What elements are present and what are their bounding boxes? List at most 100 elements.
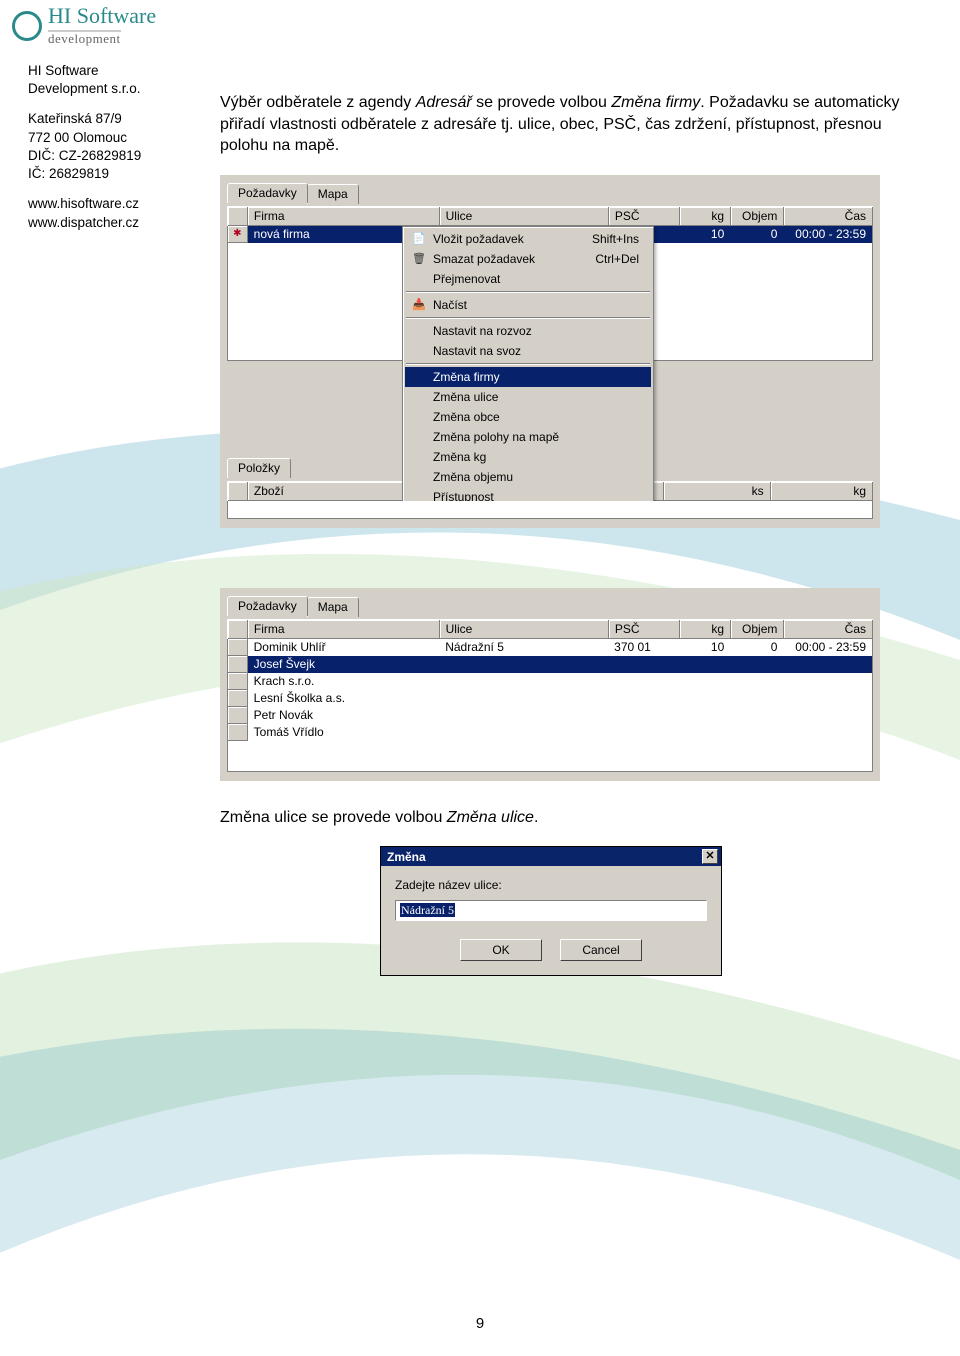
menu-change-poloha[interactable]: Změna polohy na mapě bbox=[405, 427, 651, 447]
table-row[interactable]: Tomáš Vřídlo bbox=[228, 724, 872, 741]
grid-body-1[interactable]: ✱ nová firma 10 0 00:00 - 23:59 📄 Vložit… bbox=[227, 226, 873, 361]
col-ulice[interactable]: Ulice bbox=[440, 620, 609, 639]
cell-kg bbox=[679, 680, 730, 682]
cell-objem: 0 bbox=[730, 639, 783, 655]
table-row[interactable]: Krach s.r.o. bbox=[228, 673, 872, 690]
cell-kg: 10 bbox=[679, 639, 730, 655]
col-kg2[interactable]: kg bbox=[771, 482, 873, 501]
logo-mark bbox=[12, 11, 42, 41]
cell-psc bbox=[608, 697, 679, 699]
cell-objem bbox=[730, 680, 783, 682]
cell-firma: Dominik Uhlíř bbox=[248, 639, 440, 655]
menu-change-kg[interactable]: Změna kg bbox=[405, 447, 651, 467]
tab-mapa[interactable]: Mapa bbox=[307, 184, 359, 204]
cell-firma: Josef Švejk bbox=[248, 656, 440, 672]
insert-icon: 📄 bbox=[411, 232, 427, 245]
col-psc[interactable]: PSČ bbox=[609, 207, 680, 226]
menu-change-obec[interactable]: Změna obce bbox=[405, 407, 651, 427]
load-icon: 📥 bbox=[411, 298, 427, 311]
subgrid-body[interactable] bbox=[227, 501, 873, 519]
menu-set-svoz[interactable]: Nastavit na svoz bbox=[405, 341, 651, 361]
col-firma[interactable]: Firma bbox=[248, 207, 440, 226]
cell-ulice bbox=[439, 697, 608, 699]
menu-insert[interactable]: 📄 Vložit požadavek Shift+Ins bbox=[405, 229, 651, 249]
cell-ulice bbox=[439, 731, 608, 733]
menu-load[interactable]: 📥 Načíst bbox=[405, 295, 651, 315]
delete-icon: 🗑 bbox=[411, 252, 427, 265]
table-row[interactable]: Lesní Školka a.s. bbox=[228, 690, 872, 707]
cell-firma: Petr Novák bbox=[248, 707, 440, 723]
logo-text-2: development bbox=[48, 30, 121, 45]
grid2-header: Firma Ulice PSČ kg Objem Čas bbox=[227, 619, 873, 639]
cell-firma: Lesní Školka a.s. bbox=[248, 690, 440, 706]
cell-ulice bbox=[439, 663, 608, 665]
ok-button[interactable]: OK bbox=[460, 939, 542, 961]
cell-firma: Krach s.r.o. bbox=[248, 673, 440, 689]
tab-mapa-2[interactable]: Mapa bbox=[307, 597, 359, 617]
menu-change-firma[interactable]: Změna firmy bbox=[405, 367, 651, 387]
table-row[interactable]: Josef Švejk bbox=[228, 656, 872, 673]
col-kg[interactable]: kg bbox=[680, 620, 731, 639]
cell-kg bbox=[679, 731, 730, 733]
cell-cas: 00:00 - 23:59 bbox=[783, 639, 872, 655]
col-psc[interactable]: PSČ bbox=[609, 620, 680, 639]
col-ulice[interactable]: Ulice bbox=[440, 207, 609, 226]
cell-psc bbox=[608, 663, 679, 665]
ic: IČ: 26829819 bbox=[28, 165, 178, 183]
col-objem[interactable]: Objem bbox=[731, 207, 784, 226]
col-cas[interactable]: Čas bbox=[784, 207, 873, 226]
page-number: 9 bbox=[0, 1315, 960, 1332]
url-2: www.dispatcher.cz bbox=[28, 214, 178, 232]
cell-objem bbox=[730, 714, 783, 716]
dialog-title-text: Změna bbox=[387, 850, 426, 864]
grid-header: Firma Ulice PSČ kg Objem Čas bbox=[227, 206, 873, 226]
col-objem[interactable]: Objem bbox=[731, 620, 784, 639]
company-name-1: HI Software bbox=[28, 62, 178, 80]
col-firma[interactable]: Firma bbox=[248, 620, 440, 639]
tab-polozky[interactable]: Položky bbox=[227, 458, 291, 478]
cell-kg: 10 bbox=[679, 226, 730, 242]
close-icon[interactable]: ✕ bbox=[702, 849, 718, 864]
cell-ulice: Nádražní 5 bbox=[439, 639, 608, 655]
row-lead bbox=[228, 656, 248, 673]
url-1: www.hisoftware.cz bbox=[28, 195, 178, 213]
cell-cas bbox=[783, 663, 872, 665]
logo-text-1: HI Software bbox=[48, 3, 156, 28]
col-cas[interactable]: Čas bbox=[784, 620, 873, 639]
dialog-titlebar[interactable]: Změna ✕ bbox=[381, 847, 721, 866]
row-lead bbox=[228, 639, 248, 656]
cell-cas bbox=[783, 731, 872, 733]
company-name-2: Development s.r.o. bbox=[28, 80, 178, 98]
context-menu[interactable]: 📄 Vložit požadavek Shift+Ins 🗑 Smazat po… bbox=[402, 226, 654, 510]
cell-ulice bbox=[439, 714, 608, 716]
dialog-change: Změna ✕ Zadejte název ulice: Nádražní 5 … bbox=[380, 846, 722, 976]
cell-firma: Tomáš Vřídlo bbox=[248, 724, 440, 740]
table-row[interactable]: Dominik UhlířNádražní 5370 0110000:00 - … bbox=[228, 639, 872, 656]
cell-cas bbox=[783, 714, 872, 716]
menu-set-rozvoz[interactable]: Nastavit na rozvoz bbox=[405, 321, 651, 341]
row-lead bbox=[228, 673, 248, 690]
menu-delete[interactable]: 🗑 Smazat požadavek Ctrl+Del bbox=[405, 249, 651, 269]
menu-change-ulice[interactable]: Změna ulice bbox=[405, 387, 651, 407]
cell-psc bbox=[608, 731, 679, 733]
col-ks[interactable]: ks bbox=[664, 482, 770, 501]
sidebar-info: HI Software Development s.r.o. Kateřinsk… bbox=[28, 62, 178, 244]
menu-change-objem[interactable]: Změna objemu bbox=[405, 467, 651, 487]
paragraph-1: Výběr odběratele z agendy Adresář se pro… bbox=[220, 92, 920, 157]
screenshot-panel-2: Požadavky Mapa Firma Ulice PSČ kg Objem … bbox=[220, 588, 880, 781]
table-row[interactable]: Petr Novák bbox=[228, 707, 872, 724]
cancel-button[interactable]: Cancel bbox=[560, 939, 642, 961]
cell-objem bbox=[730, 663, 783, 665]
menu-rename[interactable]: Přejmenovat bbox=[405, 269, 651, 289]
street-input[interactable]: Nádražní 5 bbox=[395, 900, 707, 921]
tab-pozadavky[interactable]: Požadavky bbox=[227, 183, 308, 203]
cell-kg bbox=[679, 714, 730, 716]
tab-pozadavky-2[interactable]: Požadavky bbox=[227, 596, 308, 616]
grid-body-2[interactable]: Dominik UhlířNádražní 5370 0110000:00 - … bbox=[227, 639, 873, 772]
lead-col bbox=[228, 207, 248, 226]
cell-kg bbox=[679, 663, 730, 665]
col-kg[interactable]: kg bbox=[680, 207, 731, 226]
cell-cas: 00:00 - 23:59 bbox=[783, 226, 872, 242]
row-lead bbox=[228, 690, 248, 707]
row-marker-icon: ✱ bbox=[228, 226, 248, 243]
